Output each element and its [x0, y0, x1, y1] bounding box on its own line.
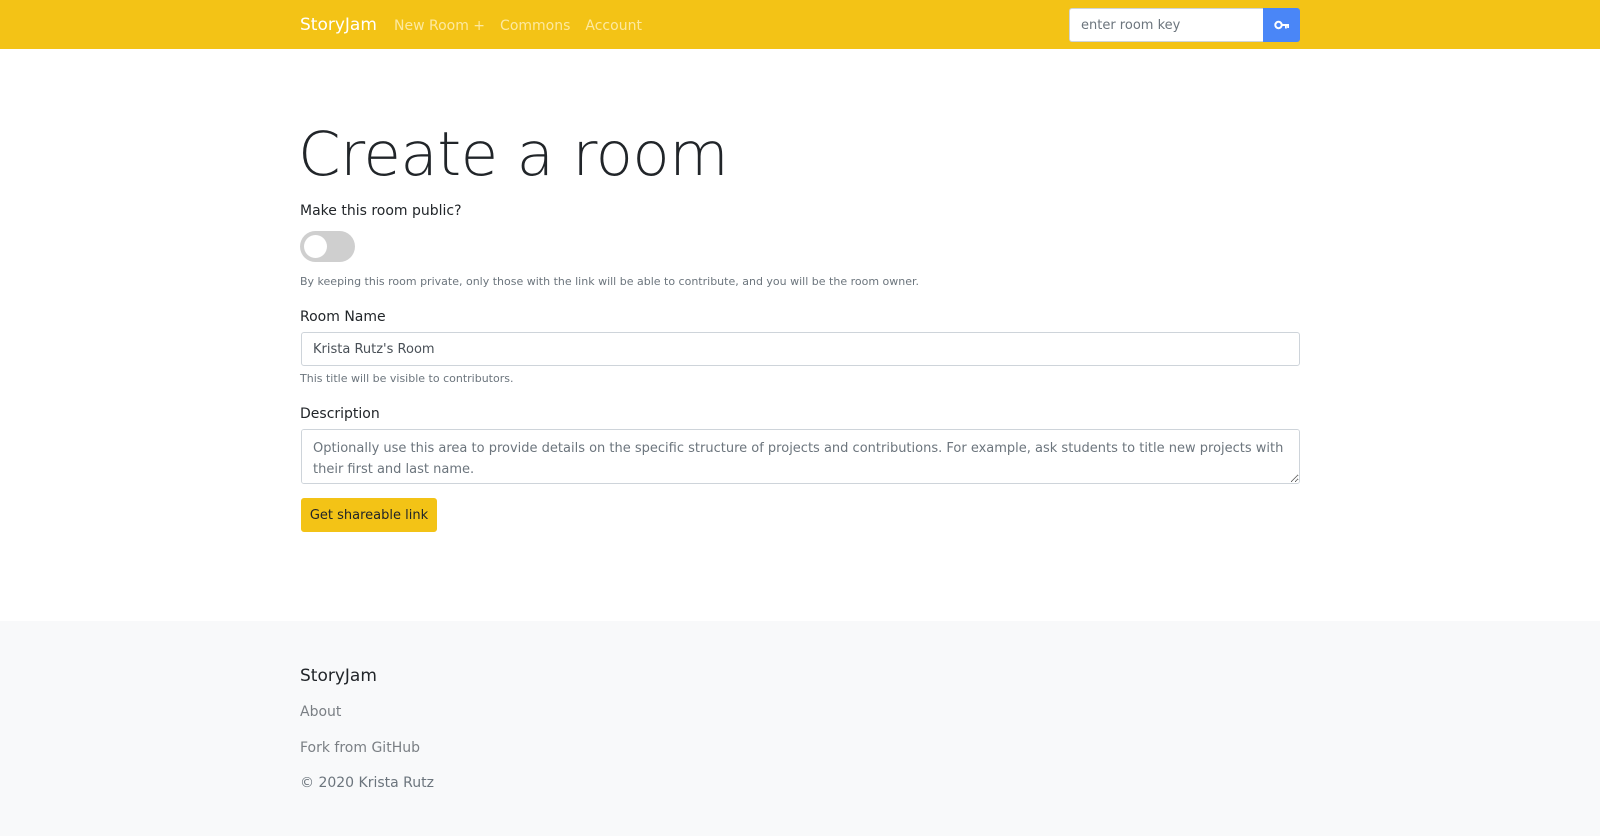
room-key-submit-button[interactable] — [1263, 8, 1300, 42]
public-toggle-switch[interactable] — [300, 231, 355, 262]
footer-link-about[interactable]: About — [300, 703, 341, 721]
footer: StoryJam About Fork from GitHub © 2020 K… — [0, 621, 1600, 836]
footer-brand: StoryJam — [300, 666, 377, 686]
nav-link-commons[interactable]: Commons — [500, 17, 570, 35]
toggle-knob — [304, 235, 327, 258]
navbar: StoryJam New Room + Commons Account — [0, 0, 1600, 49]
nav-link-account[interactable]: Account — [585, 17, 642, 35]
nav-links: New Room + Commons Account — [394, 17, 642, 35]
brand-link[interactable]: StoryJam — [300, 14, 377, 36]
copyright: © 2020 Krista Rutz — [300, 775, 434, 791]
description-label: Description — [300, 406, 380, 422]
get-shareable-link-button[interactable]: Get shareable link — [301, 498, 437, 532]
room-name-label: Room Name — [300, 309, 386, 325]
public-toggle-label: Make this room public? — [300, 203, 462, 219]
room-name-help: This title will be visible to contributo… — [300, 372, 514, 385]
key-icon — [1273, 20, 1289, 30]
room-key-input[interactable] — [1069, 8, 1263, 42]
description-textarea[interactable] — [301, 429, 1300, 484]
nav-link-new-room[interactable]: New Room + — [394, 17, 485, 35]
footer-link-github[interactable]: Fork from GitHub — [300, 739, 420, 757]
room-key-form — [1069, 8, 1300, 42]
public-toggle-help: By keeping this room private, only those… — [300, 275, 920, 288]
page-title: Create a room — [298, 119, 729, 190]
room-name-input[interactable] — [301, 332, 1300, 366]
create-room-page: Create a room Make this room public? By … — [0, 49, 1600, 621]
